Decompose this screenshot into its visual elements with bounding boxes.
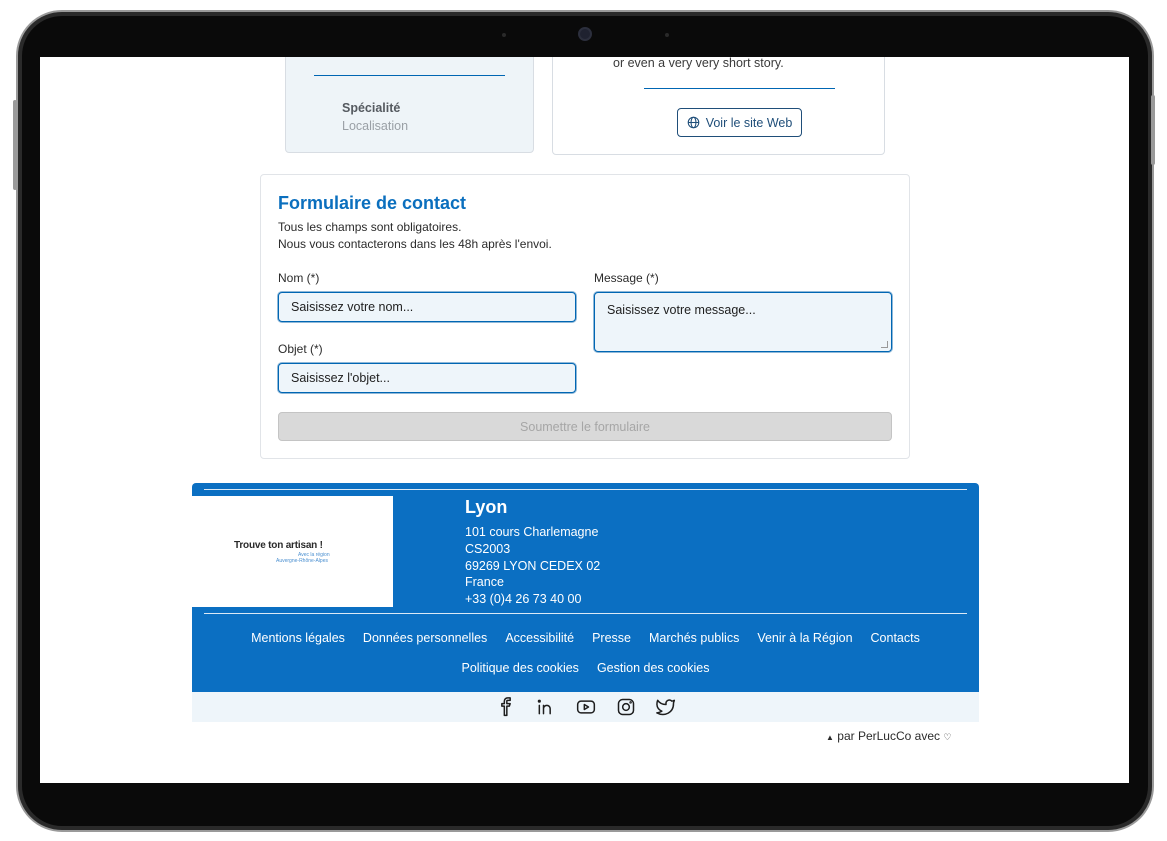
site-logo[interactable]: Trouve ton artisan ! Avec la région Auve… (192, 496, 393, 607)
footer: Trouve ton artisan ! Avec la région Auve… (192, 483, 979, 692)
message-label: Message (*) (594, 271, 659, 285)
sensor (502, 33, 506, 37)
story-text: or even a very very short story. (613, 57, 784, 70)
message-placeholder: Saisissez votre message... (607, 303, 756, 317)
credit-line: ▲ par PerLucCo avec ♡ (826, 729, 951, 743)
camera (578, 27, 592, 41)
link-donnees-personnelles[interactable]: Données personnelles (363, 631, 487, 645)
credit-text: par PerLucCo avec (837, 729, 940, 743)
footer-divider (204, 613, 967, 614)
link-gestion-cookies[interactable]: Gestion des cookies (597, 661, 710, 675)
social-bar (192, 692, 979, 722)
sensor (665, 33, 669, 37)
form-intro-line1: Tous les champs sont obligatoires. (278, 220, 462, 234)
website-button-label: Voir le site Web (705, 115, 793, 130)
youtube-icon[interactable] (576, 697, 596, 717)
address-line: France (465, 575, 504, 589)
artisan-detail-card: or even a very very short story. Voir le… (552, 57, 885, 155)
card-divider (644, 88, 835, 89)
link-mentions-legales[interactable]: Mentions légales (251, 631, 345, 645)
link-marches-publics[interactable]: Marchés publics (649, 631, 739, 645)
resize-handle[interactable] (881, 341, 888, 348)
card-divider (314, 75, 505, 76)
objet-label: Objet (*) (278, 342, 323, 356)
phone-number: +33 (0)4 26 73 40 00 (465, 592, 582, 606)
globe-icon (687, 116, 699, 129)
twitter-icon[interactable] (655, 697, 676, 717)
link-presse[interactable]: Presse (592, 631, 631, 645)
footer-links-row2: Politique des cookies Gestion des cookie… (192, 661, 979, 675)
credit-icon: ▲ (826, 733, 834, 742)
side-button (13, 100, 17, 190)
objet-input[interactable]: Saisissez l'objet... (278, 363, 576, 393)
contact-form: Formulaire de contact Tous les champs so… (260, 174, 910, 459)
facebook-icon[interactable] (496, 697, 516, 717)
link-contacts[interactable]: Contacts (871, 631, 920, 645)
address-line: 69269 LYON CEDEX 02 (465, 559, 601, 573)
linkedin-icon[interactable] (536, 697, 556, 717)
logo-subtitle: Auvergne-Rhône-Alpes (276, 558, 328, 564)
specialite-text: Spécialité (342, 101, 401, 115)
address-line: 101 cours Charlemagne (465, 525, 599, 539)
footer-divider (204, 489, 967, 490)
heart-icon: ♡ (943, 732, 952, 742)
form-title: Formulaire de contact (278, 193, 467, 213)
localisation-text: Localisation (342, 119, 409, 133)
instagram-icon[interactable] (616, 697, 636, 717)
footer-city: Lyon (465, 497, 508, 517)
address-line: CS2003 (465, 542, 511, 556)
submit-button[interactable]: Soumettre le formulaire (278, 412, 892, 441)
link-politique-cookies[interactable]: Politique des cookies (462, 661, 579, 675)
artisan-card: Spécialité Localisation (285, 57, 534, 153)
side-button (1151, 95, 1155, 165)
website-button[interactable]: Voir le site Web (677, 108, 802, 137)
link-accessibilite[interactable]: Accessibilité (505, 631, 574, 645)
message-textarea[interactable]: Saisissez votre message... (594, 292, 892, 352)
logo-title: Trouve ton artisan ! (234, 540, 323, 551)
screen: Spécialité Localisation or even a very v… (40, 57, 1129, 783)
footer-links-row1: Mentions légales Données personnelles Ac… (192, 631, 979, 645)
nom-input[interactable]: Saisissez votre nom... (278, 292, 576, 322)
link-venir-region[interactable]: Venir à la Région (757, 631, 852, 645)
form-intro-line2: Nous vous contacterons dans les 48h aprè… (278, 237, 552, 251)
nom-label: Nom (*) (278, 271, 320, 285)
